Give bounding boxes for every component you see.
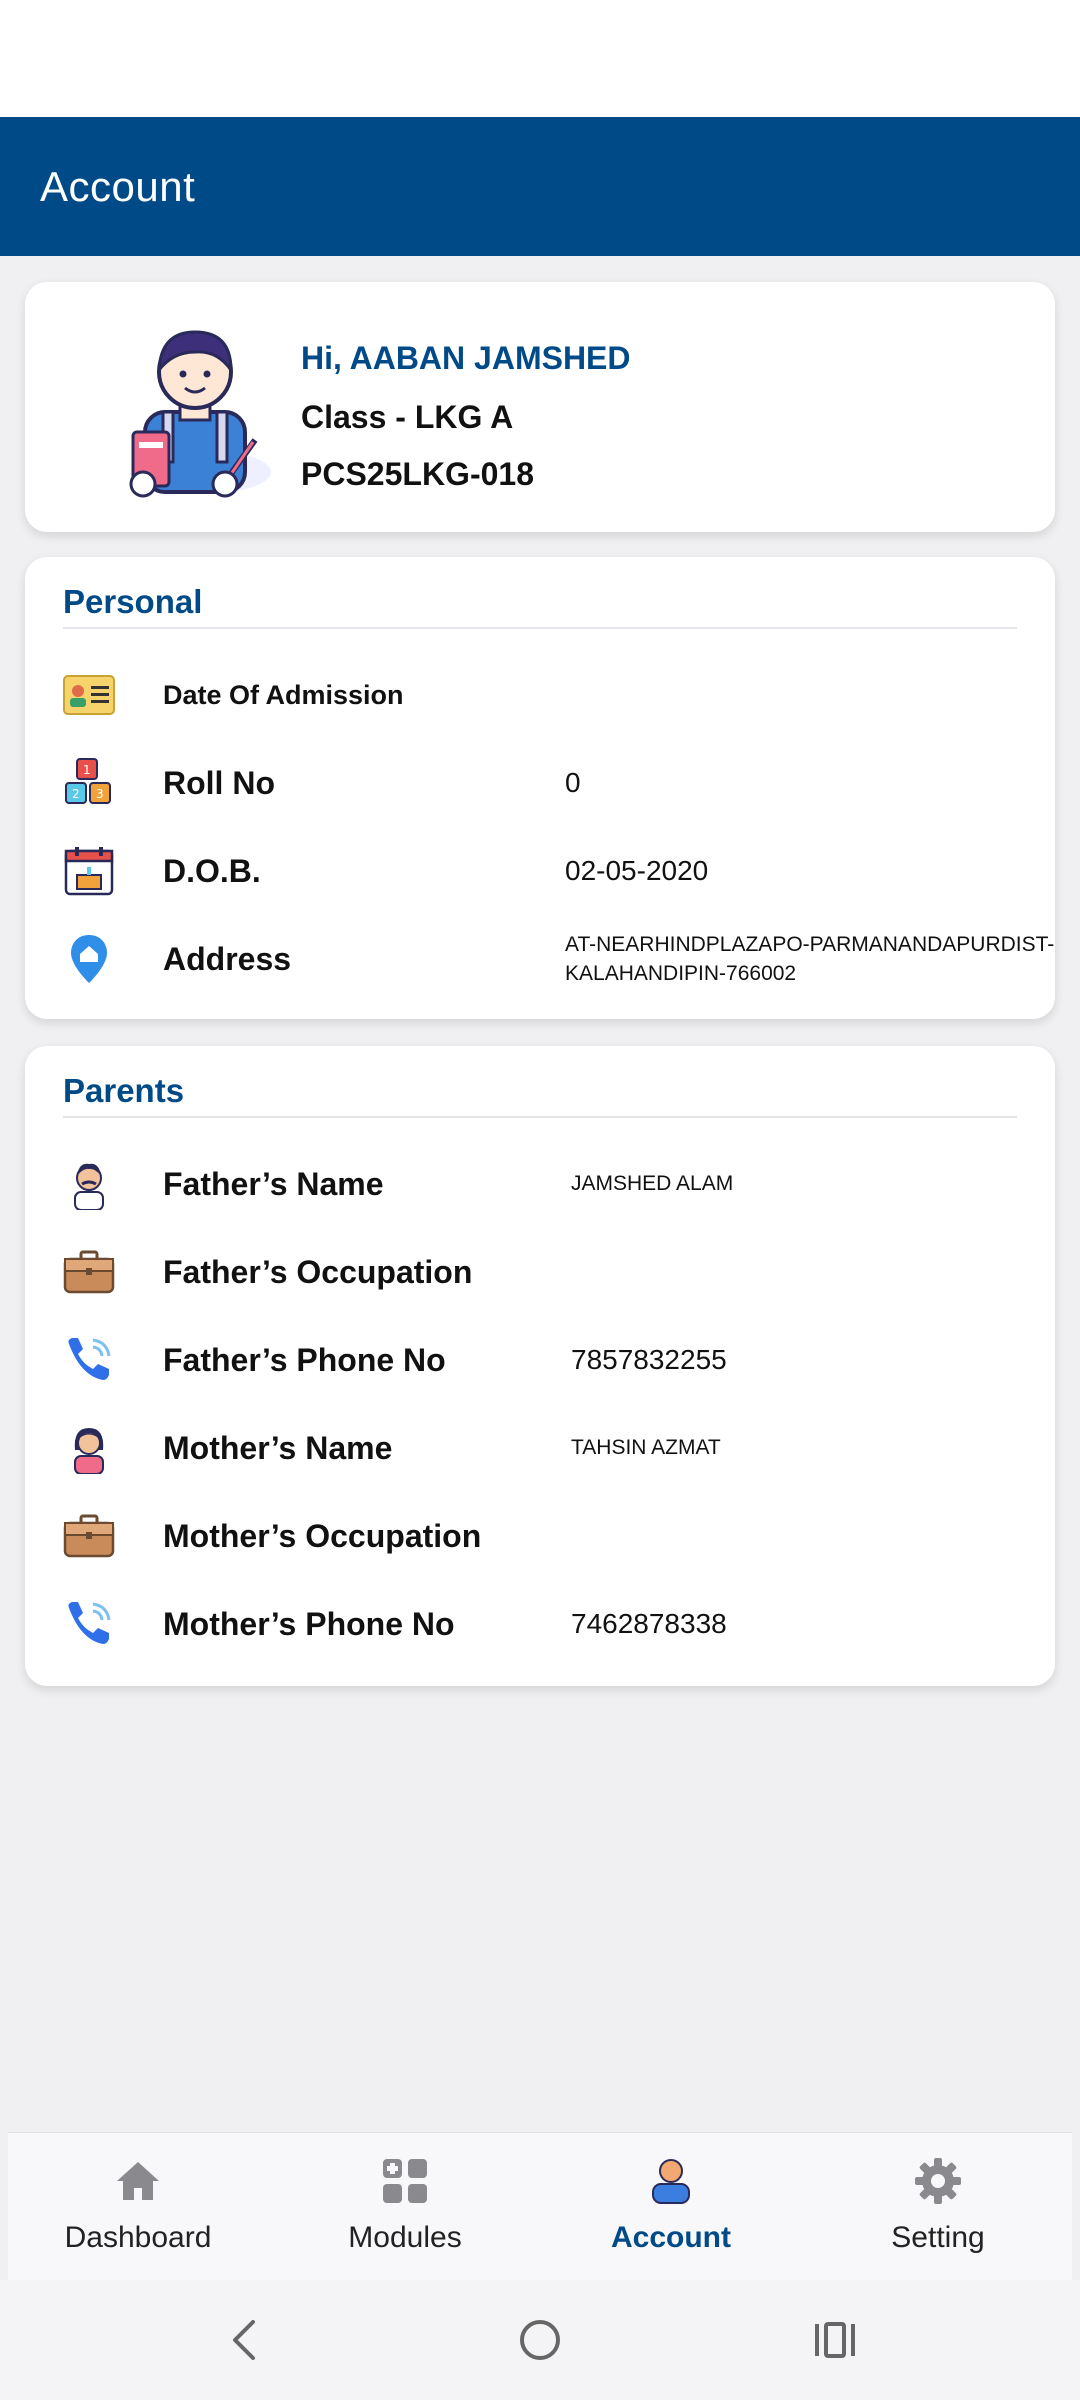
- personal-card: Personal Date Of Admission 1 2 3 Roll No…: [25, 557, 1055, 1019]
- nav-item-modules[interactable]: Modules: [295, 2155, 515, 2275]
- info-row-father-occupation: Father’s Occupation: [61, 1237, 1025, 1307]
- personal-section-title: Personal: [63, 583, 1017, 629]
- briefcase-icon: [61, 1508, 117, 1564]
- number-blocks-icon: 1 2 3: [61, 755, 117, 811]
- app-bar: Account: [0, 117, 1080, 256]
- phone-icon: [61, 1596, 117, 1652]
- profile-card: Hi, AABAN JAMSHED Class - LKG A PCS25LKG…: [25, 282, 1055, 532]
- info-value: 7462878338: [571, 1608, 727, 1639]
- mother-avatar-icon: [61, 1420, 117, 1476]
- nav-item-account[interactable]: Account: [561, 2155, 781, 2275]
- svg-text:1: 1: [83, 763, 91, 777]
- student-code: PCS25LKG-018: [301, 456, 534, 492]
- nav-label: Account: [611, 2221, 731, 2254]
- nav-label: Modules: [348, 2221, 462, 2254]
- home-icon: [112, 2155, 164, 2207]
- system-navigation-bar: [0, 2280, 1080, 2400]
- svg-text:2: 2: [72, 787, 80, 801]
- info-row-admission-date: Date Of Admission: [61, 660, 1025, 730]
- student-avatar-icon: [105, 312, 285, 502]
- info-row-mother-occupation: Mother’s Occupation: [61, 1501, 1025, 1571]
- info-label: D.O.B.: [163, 852, 261, 889]
- info-label: Father’s Name: [163, 1165, 384, 1202]
- parents-section-title: Parents: [63, 1072, 1017, 1118]
- back-icon[interactable]: [215, 2310, 275, 2370]
- nav-item-dashboard[interactable]: Dashboard: [28, 2155, 248, 2275]
- birthday-calendar-icon: [61, 843, 117, 899]
- info-value: 0: [565, 767, 581, 798]
- info-row-father-phone: Father’s Phone No 7857832255: [61, 1325, 1025, 1395]
- nav-label: Dashboard: [64, 2221, 212, 2254]
- info-row-mother-phone: Mother’s Phone No 7462878338: [61, 1589, 1025, 1659]
- father-avatar-icon: [61, 1156, 117, 1212]
- parents-card: Parents Father’s Name JAMSHED ALAM Fathe…: [25, 1046, 1055, 1686]
- bottom-navigation: Dashboard Modules Account Setting: [8, 2132, 1072, 2280]
- info-label: Date Of Admission: [163, 679, 404, 710]
- info-row-dob: D.O.B. 02-05-2020: [61, 836, 1025, 906]
- gear-icon: [912, 2155, 964, 2207]
- info-row-address: Address AT-NEARHINDPLAZAPO-PARMANANDAPUR…: [61, 924, 1054, 994]
- page-title: Account: [40, 162, 196, 210]
- info-label: Address: [163, 940, 292, 977]
- user-icon: [645, 2155, 697, 2207]
- student-class: Class - LKG A: [301, 399, 514, 435]
- info-value: JAMSHED ALAM: [571, 1172, 734, 1195]
- info-row-roll-no: 1 2 3 Roll No 0: [61, 748, 1025, 818]
- info-label: Mother’s Occupation: [163, 1517, 482, 1554]
- profile-info: Hi, AABAN JAMSHED Class - LKG A PCS25LKG…: [301, 332, 631, 503]
- briefcase-icon: [61, 1244, 117, 1300]
- info-label: Mother’s Name: [163, 1429, 393, 1466]
- id-card-icon: [61, 667, 117, 723]
- svg-text:3: 3: [96, 787, 104, 801]
- info-value: 02-05-2020: [565, 855, 709, 886]
- nav-item-setting[interactable]: Setting: [828, 2155, 1048, 2275]
- info-value: TAHSIN AZMAT: [571, 1436, 721, 1459]
- info-label: Father’s Phone No: [163, 1341, 446, 1378]
- info-row-mother-name: Mother’s Name TAHSIN AZMAT: [61, 1413, 1025, 1483]
- home-circle-icon[interactable]: [510, 2310, 570, 2370]
- info-row-father-name: Father’s Name JAMSHED ALAM: [61, 1149, 1025, 1219]
- location-pin-icon: [61, 931, 117, 987]
- info-label: Mother’s Phone No: [163, 1605, 455, 1642]
- student-greeting: Hi, AABAN JAMSHED: [301, 340, 631, 376]
- nav-label: Setting: [891, 2221, 985, 2254]
- info-value: AT-NEARHINDPLAZAPO-PARMANANDAPURDIST-KAL…: [565, 933, 1055, 985]
- status-bar: [0, 0, 1080, 117]
- info-label: Roll No: [163, 764, 275, 801]
- info-label: Father’s Occupation: [163, 1253, 473, 1290]
- recent-apps-icon[interactable]: [805, 2310, 865, 2370]
- phone-icon: [61, 1332, 117, 1388]
- info-value: 7857832255: [571, 1344, 727, 1375]
- grid-icon: [379, 2155, 431, 2207]
